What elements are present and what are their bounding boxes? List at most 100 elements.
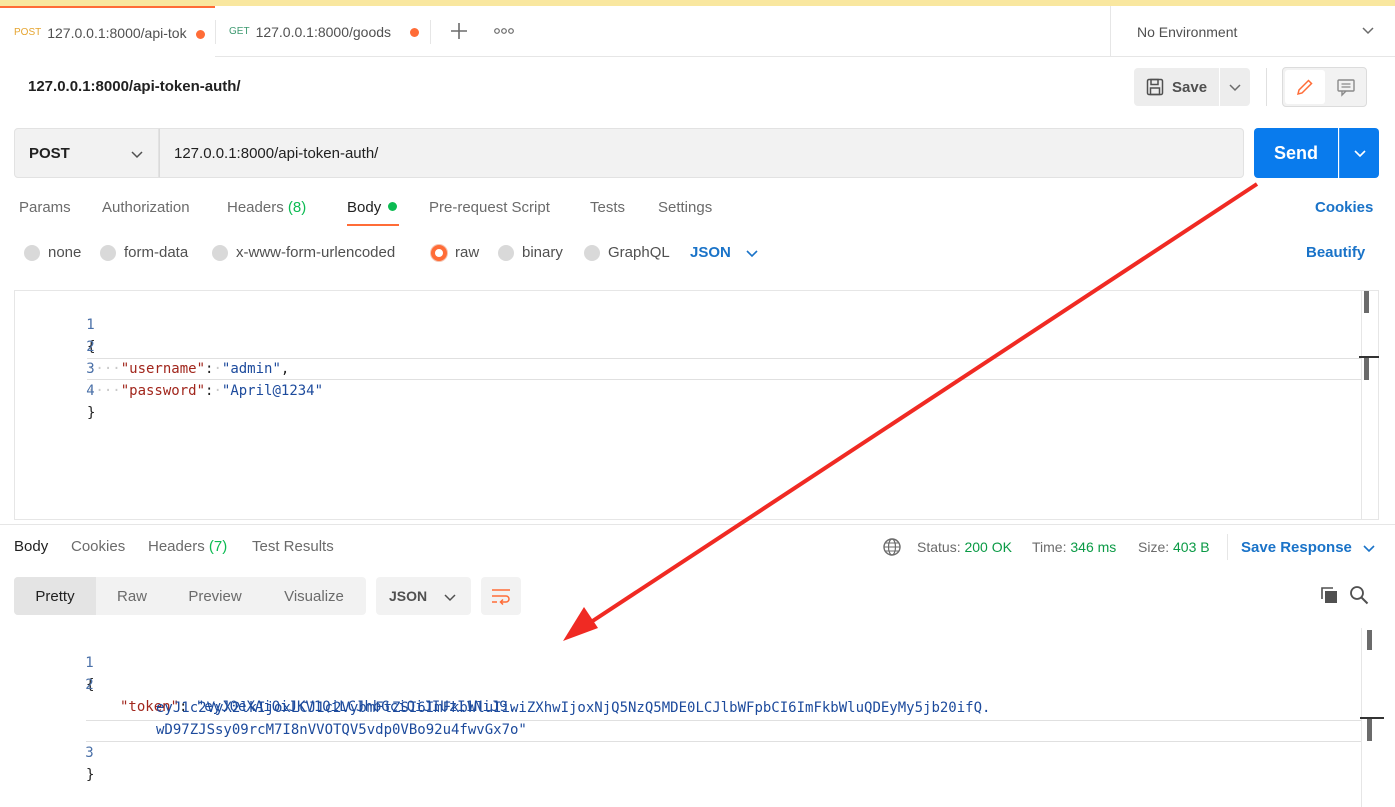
scrollbar-thumb[interactable] bbox=[1364, 291, 1369, 313]
code-line: 2 "token": "eyJ0eXAiOiJKV1QiLCJhbGciOiJI… bbox=[14, 652, 516, 715]
line-number: 2 bbox=[86, 339, 95, 355]
chevron-down-icon bbox=[1353, 150, 1366, 158]
code-line: 4 } bbox=[15, 358, 95, 421]
request-title[interactable]: 127.0.0.1:8000/api-token-auth/ bbox=[28, 78, 241, 95]
time-value: 346 ms bbox=[1070, 539, 1117, 555]
body-indicator-dot-icon bbox=[388, 202, 398, 211]
unsaved-dot-icon bbox=[196, 30, 205, 39]
chevron-down-icon bbox=[1362, 27, 1374, 35]
code-line-wrapped: eyJ1c2VyX2lkIjoxLCJ1c2VybmFtZSI6ImFkbWlu… bbox=[14, 675, 990, 716]
radio-raw[interactable]: raw bbox=[431, 244, 479, 261]
unsaved-dot-icon bbox=[410, 28, 419, 37]
scrollbar-track bbox=[1361, 291, 1362, 519]
code-line: 1 { bbox=[14, 630, 94, 693]
copy-icon[interactable] bbox=[1319, 585, 1339, 605]
response-format-select[interactable]: JSON bbox=[376, 577, 471, 615]
scrollbar-thumb[interactable] bbox=[1367, 630, 1372, 650]
comments-button[interactable] bbox=[1327, 70, 1365, 104]
tab-separator bbox=[430, 20, 431, 44]
pencil-icon bbox=[1296, 79, 1313, 96]
status-divider bbox=[1227, 534, 1228, 560]
size-value: 403 B bbox=[1173, 539, 1210, 555]
beautify-button[interactable]: Beautify bbox=[1306, 244, 1365, 261]
size-label: Size: bbox=[1138, 539, 1170, 555]
radio-circle-icon bbox=[24, 244, 40, 261]
tab-headers[interactable]: Headers (8) bbox=[227, 199, 306, 216]
view-preview-button[interactable]: Preview bbox=[172, 577, 258, 615]
json-key: "password" bbox=[120, 383, 206, 399]
request-body-editor[interactable]: 1 { 2 ····"username":·"admin", 3 ····"pa… bbox=[14, 290, 1379, 520]
code-text: } bbox=[87, 405, 96, 421]
more-tabs-icon[interactable] bbox=[490, 18, 518, 44]
method-label: POST bbox=[29, 144, 70, 162]
response-tab-body[interactable]: Body bbox=[14, 538, 48, 555]
new-tab-plus-icon[interactable] bbox=[446, 18, 472, 44]
code-text: ····"password":·"April@1234" bbox=[87, 383, 324, 399]
wrap-lines-button[interactable] bbox=[481, 577, 521, 615]
radio-binary[interactable]: binary bbox=[498, 244, 563, 261]
time-label: Time: bbox=[1032, 539, 1067, 555]
view-mode-toggle bbox=[1282, 67, 1367, 107]
response-body-viewer[interactable]: 1 { 2 "token": "eyJ0eXAiOiJKV1QiLCJhbGci… bbox=[14, 628, 1395, 807]
panel-divider[interactable] bbox=[0, 524, 1395, 525]
response-headers-count: (7) bbox=[208, 538, 228, 555]
save-response-button[interactable]: Save Response bbox=[1241, 539, 1376, 556]
globe-icon[interactable] bbox=[882, 537, 902, 557]
code-text: } bbox=[86, 767, 95, 783]
scrollbar-thumb[interactable] bbox=[1367, 719, 1372, 741]
save-button[interactable]: Save bbox=[1134, 68, 1219, 106]
cookies-link[interactable]: Cookies bbox=[1315, 199, 1373, 216]
radio-label: x-www-form-urlencoded bbox=[236, 244, 396, 261]
radio-none[interactable]: none bbox=[24, 244, 81, 261]
tab-authorization[interactable]: Authorization bbox=[102, 199, 190, 216]
edit-pencil-button[interactable] bbox=[1285, 70, 1325, 104]
send-button[interactable]: Send bbox=[1254, 128, 1338, 178]
status-value: 200 OK bbox=[964, 539, 1012, 555]
tab-tests[interactable]: Tests bbox=[590, 199, 625, 216]
json-value: "April@1234" bbox=[221, 383, 324, 399]
tab-label: 127.0.0.1:8000/api-tok bbox=[47, 24, 187, 41]
response-status[interactable]: Status: 200 OK bbox=[917, 539, 1012, 555]
radio-label: binary bbox=[522, 244, 563, 261]
scrollbar-thumb[interactable] bbox=[1364, 358, 1369, 380]
tab-method: GET bbox=[229, 26, 250, 37]
radio-form-data[interactable]: form-data bbox=[100, 244, 188, 261]
radio-circle-icon bbox=[100, 244, 116, 261]
save-label: Save bbox=[1172, 78, 1208, 96]
response-tab-cookies[interactable]: Cookies bbox=[71, 538, 125, 555]
view-visualize-button[interactable]: Visualize bbox=[269, 577, 359, 615]
response-tab-headers-label: Headers bbox=[148, 538, 205, 555]
code-line: 3 } bbox=[14, 720, 94, 783]
code-line-wrapped: wD97ZJSsy09rcM7I8nVVOTQV5vdp0VBo92u4fwvG… bbox=[14, 697, 527, 738]
tab-body[interactable]: Body bbox=[347, 199, 398, 216]
active-tab-underline bbox=[347, 224, 399, 226]
tab-pre-request-script[interactable]: Pre-request Script bbox=[429, 199, 550, 216]
radio-x-www-form-urlencoded[interactable]: x-www-form-urlencoded bbox=[212, 244, 395, 261]
environment-label: No Environment bbox=[1137, 23, 1238, 40]
response-tab-headers[interactable]: Headers (7) bbox=[148, 538, 227, 555]
view-raw-button[interactable]: Raw bbox=[96, 577, 168, 615]
tab-label: 127.0.0.1:8000/goods bbox=[255, 23, 392, 40]
save-options-button[interactable] bbox=[1220, 68, 1250, 106]
environment-selector[interactable]: No Environment bbox=[1110, 6, 1395, 57]
radio-graphql[interactable]: GraphQL bbox=[584, 244, 670, 261]
response-time[interactable]: Time: 346 ms bbox=[1032, 539, 1116, 555]
response-size[interactable]: Size: 403 B bbox=[1138, 539, 1210, 555]
comment-icon bbox=[1337, 79, 1355, 97]
view-pretty-button[interactable]: Pretty bbox=[14, 577, 96, 615]
chevron-down-icon bbox=[444, 594, 456, 602]
radio-label: form-data bbox=[124, 244, 189, 261]
search-icon[interactable] bbox=[1349, 585, 1369, 605]
tab-request-post[interactable]: POST 127.0.0.1:8000/api-tok bbox=[0, 6, 215, 57]
response-tab-test-results[interactable]: Test Results bbox=[252, 538, 334, 555]
line-number: 2 bbox=[85, 677, 94, 693]
url-input[interactable]: 127.0.0.1:8000/api-token-auth/ bbox=[159, 128, 1244, 178]
status-label: Status: bbox=[917, 539, 961, 555]
http-method-select[interactable]: POST bbox=[14, 128, 159, 178]
send-options-button[interactable] bbox=[1339, 128, 1379, 178]
tab-settings[interactable]: Settings bbox=[658, 199, 712, 216]
tab-request-get[interactable]: GET 127.0.0.1:8000/goods bbox=[215, 6, 430, 57]
radio-label: GraphQL bbox=[608, 244, 670, 261]
raw-format-select[interactable]: JSON bbox=[690, 244, 759, 261]
tab-params[interactable]: Params bbox=[19, 199, 71, 216]
